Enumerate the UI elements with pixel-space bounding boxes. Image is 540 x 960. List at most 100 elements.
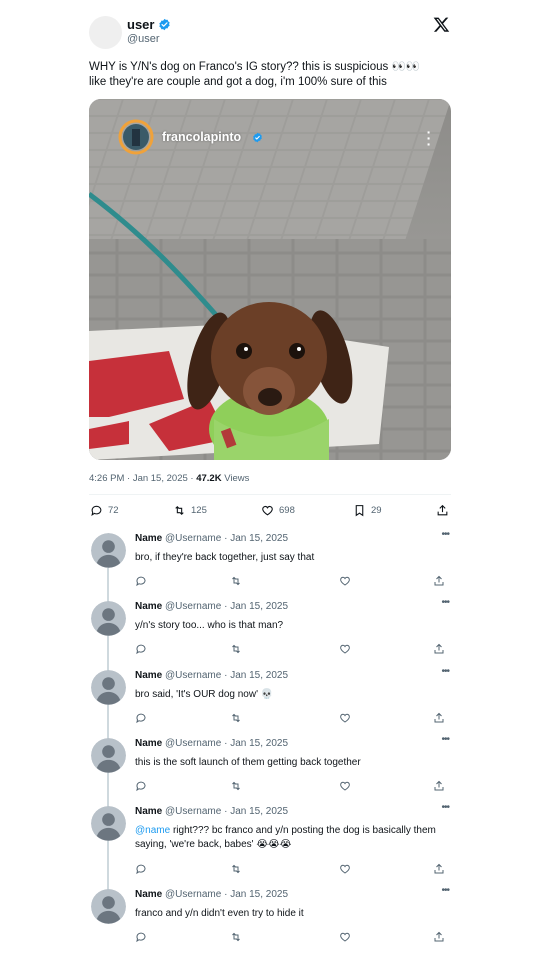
post-timestamp[interactable]: 4:26 PM · Jan 15, 2025 · 47.2K Views [89,473,249,484]
like-icon[interactable] [339,712,351,724]
repost-count: 125 [191,505,207,516]
reply-header: Name @Username · Jan 15, 2025 [135,738,288,749]
reply-author-name[interactable]: Name [135,806,162,817]
reply-header: Name @Username · Jan 15, 2025 [135,533,288,544]
share-icon[interactable] [433,575,445,587]
bookmark-icon [355,505,364,517]
reply-header: Name @Username · Jan 15, 2025 [135,601,288,612]
reply-text-body: bro said, 'It's OUR dog now' 💀 [135,689,274,700]
author-display-name[interactable]: user [127,17,154,32]
reply-text: franco and y/n didn't even try to hide i… [135,907,445,921]
reply-author-name[interactable]: Name [135,738,162,749]
post-text: WHY is Y/N's dog on Franco's IG story?? … [89,60,451,90]
reply-icon[interactable] [135,863,147,875]
post-time[interactable]: 4:26 PM · Jan 15, 2025 · [89,473,196,484]
reply-header: Name @Username · Jan 15, 2025 [135,670,288,681]
reply-text-body: franco and y/n didn't even try to hide i… [135,908,304,919]
reply-icon [91,505,102,517]
reply-icon[interactable] [135,643,147,655]
like-icon [262,505,273,516]
reply-action-bar [135,712,447,724]
x-logo-icon[interactable] [433,16,450,33]
reply-icon[interactable] [135,780,147,792]
story-more-icon: · · · [426,124,432,152]
like-icon[interactable] [339,575,351,587]
like-icon[interactable] [339,780,351,792]
repost-icon[interactable] [230,780,242,792]
reply-author-handle[interactable]: @Username · Jan 15, 2025 [165,670,288,681]
reply-author-handle[interactable]: @Username · Jan 15, 2025 [165,889,288,900]
default-avatar-icon[interactable] [91,806,126,841]
reply-icon[interactable] [135,931,147,943]
repost-icon[interactable] [230,712,242,724]
reply-author-name[interactable]: Name [135,670,162,681]
repost-icon[interactable] [230,863,242,875]
default-avatar-icon[interactable] [91,738,126,773]
more-icon[interactable]: ••• [441,529,449,540]
reply-button[interactable]: 72 [90,504,119,517]
like-count: 698 [279,505,295,516]
reply-text: bro said, 'It's OUR dog now' 💀 [135,688,445,702]
reply-action-bar [135,931,447,943]
more-icon[interactable]: ••• [441,597,449,608]
views-label: Views [221,473,250,484]
story-username: francolapinto [162,130,242,144]
post-text-line-1: WHY is Y/N's dog on Franco's IG story?? … [89,61,421,73]
repost-icon[interactable] [230,575,242,587]
reply-icon[interactable] [135,575,147,587]
more-icon[interactable]: ••• [441,734,449,745]
more-icon[interactable]: ••• [441,885,449,896]
reply-author-name[interactable]: Name [135,533,162,544]
share-icon[interactable] [433,712,445,724]
share-icon[interactable] [433,643,445,655]
share-icon[interactable] [433,780,445,792]
repost-button[interactable]: 125 [173,504,207,517]
reply-icon[interactable] [135,712,147,724]
reply-text: bro, if they're back together, just say … [135,551,445,565]
reply-header: Name @Username · Jan 15, 2025 [135,806,288,817]
reply-action-bar [135,863,447,875]
bookmark-button[interactable]: 29 [353,504,382,517]
share-icon[interactable] [433,863,445,875]
post-media-image[interactable]: francolapinto · · · [89,99,451,460]
like-icon[interactable] [339,931,351,943]
reply-text: this is the soft launch of them getting … [135,756,445,770]
post-text-line-2: like they're are couple and got a dog, i… [89,76,387,88]
more-icon[interactable]: ••• [441,666,449,677]
author-name-row[interactable]: user [127,17,171,32]
share-icon[interactable] [433,931,445,943]
share-button[interactable] [436,504,449,517]
reply-text-body: bro, if they're back together, just say … [135,552,315,563]
default-avatar-icon[interactable] [91,601,126,636]
like-icon[interactable] [339,863,351,875]
reply-action-bar [135,643,447,655]
share-icon [437,504,448,516]
verified-badge-icon [159,18,171,31]
like-button[interactable]: 698 [261,504,295,517]
reply-header: Name @Username · Jan 15, 2025 [135,889,288,900]
dog-photo-illustration [89,99,451,460]
default-avatar-icon[interactable] [91,889,126,924]
reply-text-body: this is the soft launch of them getting … [135,757,361,768]
default-avatar-icon[interactable] [91,533,126,568]
repost-icon[interactable] [230,931,242,943]
reply-author-handle[interactable]: @Username · Jan 15, 2025 [165,533,288,544]
repost-icon[interactable] [230,643,242,655]
default-avatar-icon[interactable] [91,670,126,705]
more-icon[interactable]: ••• [441,802,449,813]
reply-text-body: right??? bc franco and y/n posting the d… [135,825,436,850]
reply-author-name[interactable]: Name [135,889,162,900]
reply-author-handle[interactable]: @Username · Jan 15, 2025 [165,738,288,749]
story-verified-icon [253,132,262,143]
reply-author-handle[interactable]: @Username · Jan 15, 2025 [165,806,288,817]
reply-text: @name right??? bc franco and y/n posting… [135,824,445,852]
reply-mention[interactable]: @name [135,825,170,836]
divider [89,494,451,495]
like-icon[interactable] [339,643,351,655]
author-handle[interactable]: @user [127,33,160,45]
reply-text-body: y/n's story too... who is that man? [135,620,284,631]
reply-author-name[interactable]: Name [135,601,162,612]
reply-author-handle[interactable]: @Username · Jan 15, 2025 [165,601,288,612]
author-avatar[interactable] [89,16,122,49]
reply-count: 72 [108,505,119,516]
